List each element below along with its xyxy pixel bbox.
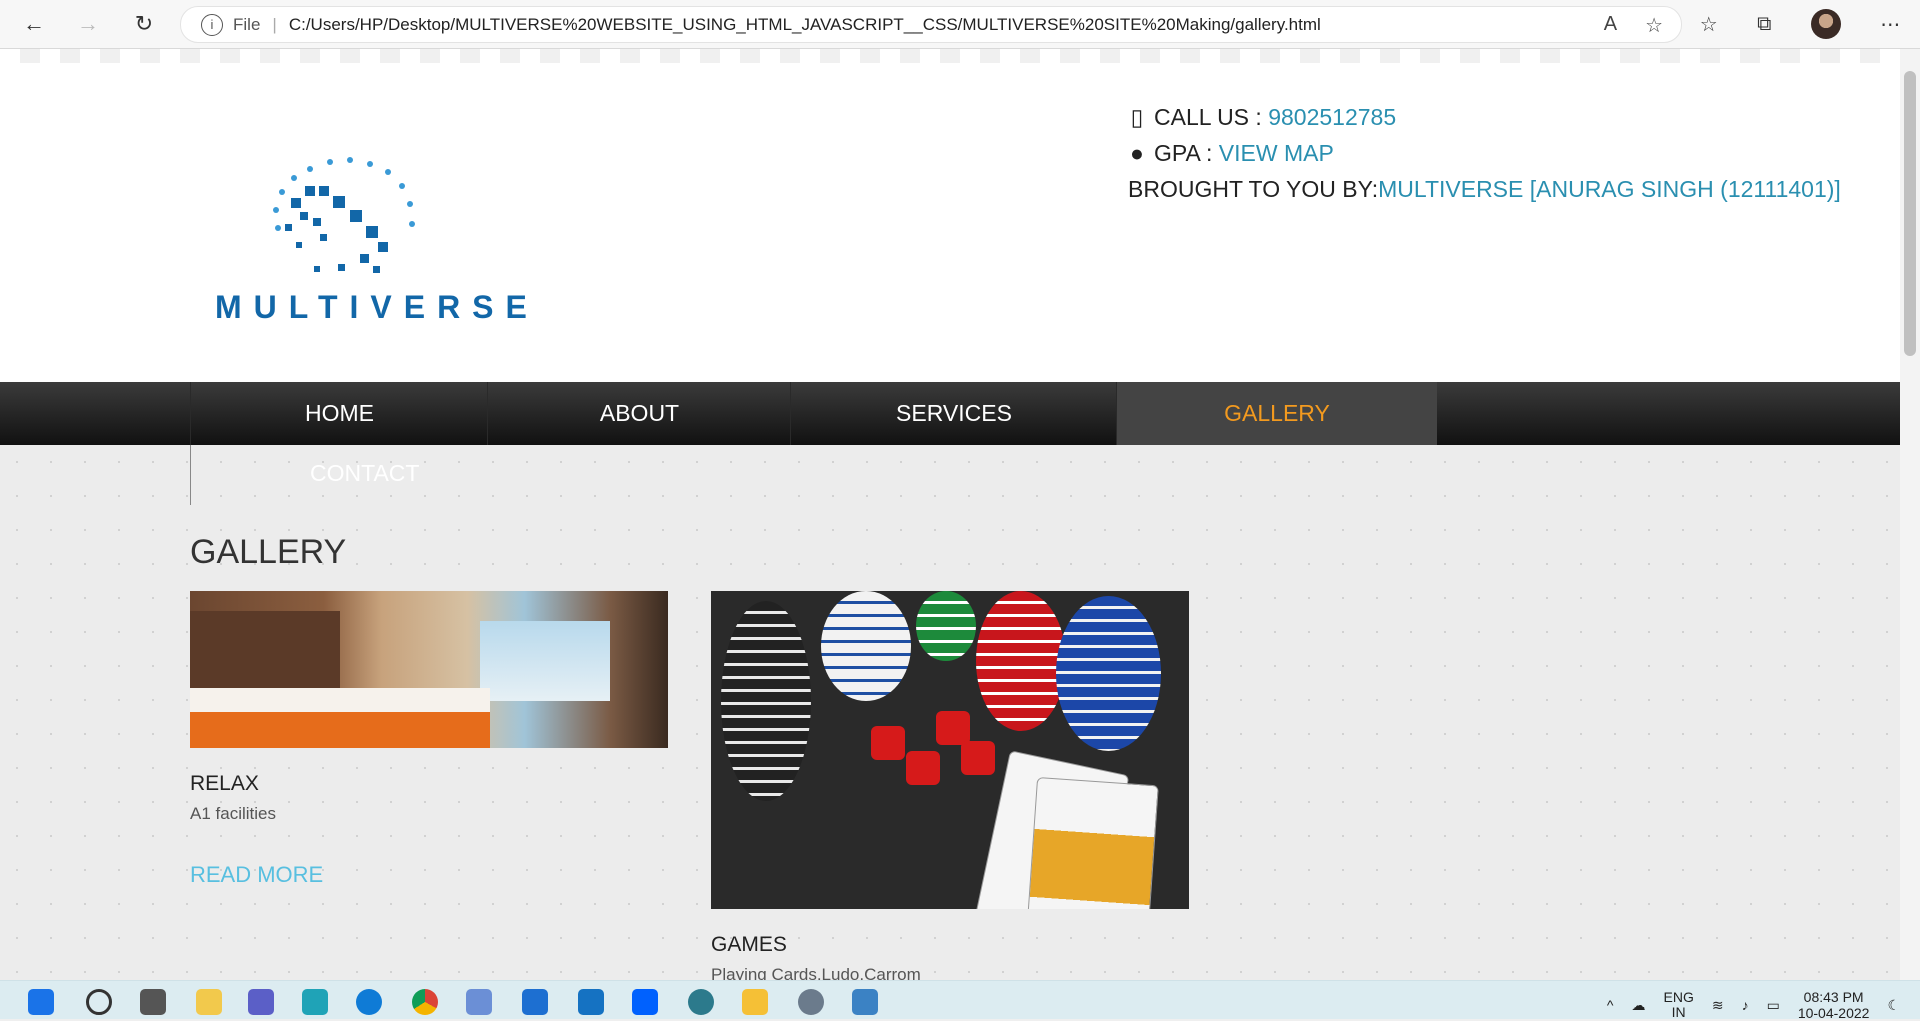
address-separator: | (272, 14, 277, 34)
map-pin-icon: ● (1130, 140, 1144, 166)
onedrive-icon[interactable]: ☁ (1632, 997, 1646, 1014)
view-map-link[interactable]: VIEW MAP (1219, 140, 1334, 166)
read-aloud-icon[interactable]: A (1604, 13, 1617, 38)
call-number[interactable]: 9802512785 (1268, 104, 1396, 130)
site-logo[interactable]: MULTIVERSE (190, 114, 540, 344)
nav-contact[interactable]: CONTACT (190, 445, 610, 505)
card-text: A1 facilities (190, 804, 276, 823)
gallery-title: GALLERY (190, 533, 347, 571)
photos-icon[interactable] (466, 989, 492, 1015)
address-bar[interactable]: i File | C:/Users/HP/Desktop/MULTIVERSE%… (180, 6, 1682, 43)
settings-icon[interactable] (798, 989, 824, 1015)
collections-icon[interactable]: ⧉ (1757, 13, 1771, 36)
page-viewport: MULTIVERSE ▯ CALL US : 9802512785 ● GPA : … (0, 49, 1900, 980)
favorites-icon[interactable]: ☆ (1700, 12, 1718, 37)
back-icon[interactable]: ← (18, 8, 50, 40)
brought-line: BROUGHT TO YOU BY:MULTIVERSE [ANURAG SIN… (1128, 171, 1841, 207)
notepad-icon[interactable] (852, 989, 878, 1015)
brought-label: BROUGHT TO YOU BY: (1128, 176, 1379, 202)
read-more-link[interactable]: READ MORE (190, 862, 323, 888)
windows-taskbar: ^ ☁ ENG IN ≋ ♪ ▭ 08:43 PM 10-04-2022 ☾ (0, 980, 1920, 1021)
browser-toolbar: ← → ↻ i File | C:/Users/HP/Desktop/MULTI… (0, 0, 1920, 49)
scrollbar-thumb[interactable] (1904, 71, 1916, 356)
gallery-card-relax: RELAX A1 facilities READ MORE (190, 591, 668, 888)
contact-info: ▯ CALL US : 9802512785 ● GPA : VIEW MAP BR… (1128, 99, 1841, 207)
profile-avatar[interactable] (1810, 9, 1841, 39)
forward-icon[interactable]: → (72, 8, 104, 40)
chrome-icon[interactable] (412, 989, 438, 1015)
chevron-up-icon[interactable]: ^ (1607, 997, 1614, 1013)
call-label: CALL US : (1154, 104, 1269, 130)
volume-icon[interactable]: ♪ (1742, 997, 1749, 1013)
dropbox-icon[interactable] (632, 989, 658, 1015)
moon-icon[interactable]: ☾ (1887, 997, 1900, 1014)
author-link[interactable]: MULTIVERSE [ANURAG SINGH (12111401)] (1378, 176, 1841, 202)
call-line: ▯ CALL US : 9802512785 (1128, 99, 1841, 135)
gallery-card-games: GAMES Playing Cards,Ludo,Carrom (711, 591, 1189, 980)
clock[interactable]: 08:43 PM 10-04-2022 (1798, 989, 1870, 1021)
site-header: MULTIVERSE ▯ CALL US : 9802512785 ● GPA : … (0, 49, 1900, 382)
card-text: Playing Cards,Ludo,Carrom (711, 965, 921, 980)
hotel-room-image (190, 591, 668, 748)
phone-icon: ▯ (1130, 104, 1144, 130)
nav-home[interactable]: HOME (190, 382, 488, 445)
gpa-label: GPA : (1154, 140, 1219, 166)
card-title: GAMES (711, 933, 787, 956)
language-indicator[interactable]: ENG IN (1664, 990, 1694, 1020)
start-icon[interactable] (28, 989, 54, 1015)
card-title: RELAX (190, 772, 259, 795)
task-view-icon[interactable] (140, 989, 166, 1015)
refresh-icon[interactable]: ↻ (128, 8, 160, 40)
edge-icon[interactable] (356, 989, 382, 1015)
nav-about[interactable]: ABOUT (487, 382, 791, 445)
system-tray: ^ ☁ ENG IN ≋ ♪ ▭ 08:43 PM 10-04-2022 ☾ (1607, 989, 1900, 1021)
casino-chips-image (711, 591, 1189, 909)
nav-services[interactable]: SERVICES (790, 382, 1117, 445)
vertical-scrollbar[interactable] (1900, 49, 1920, 980)
file-explorer-icon[interactable] (742, 989, 768, 1015)
mail-icon[interactable] (578, 989, 604, 1015)
app-icon[interactable] (302, 989, 328, 1015)
url-text[interactable]: C:/Users/HP/Desktop/MULTIVERSE%20WEBSITE… (289, 15, 1321, 35)
main-nav: HOME ABOUT SERVICES GALLERY (0, 382, 1900, 445)
teams-icon[interactable] (248, 989, 274, 1015)
store-icon[interactable] (522, 989, 548, 1015)
header-wave (0, 49, 1900, 63)
app2-icon[interactable] (688, 989, 714, 1015)
widgets-icon[interactable] (196, 989, 222, 1015)
battery-icon[interactable]: ▭ (1767, 997, 1780, 1014)
logo-text: MULTIVERSE (215, 289, 539, 325)
info-icon[interactable]: i (201, 13, 223, 36)
favorite-add-icon[interactable]: ☆ (1645, 13, 1663, 38)
more-menu-icon[interactable]: ⋯ (1880, 12, 1900, 37)
nav-gallery[interactable]: GALLERY (1116, 382, 1437, 445)
wifi-icon[interactable]: ≋ (1712, 997, 1724, 1014)
search-icon[interactable] (86, 989, 112, 1015)
gpa-line: ● GPA : VIEW MAP (1128, 135, 1841, 171)
file-label: File (233, 14, 261, 34)
